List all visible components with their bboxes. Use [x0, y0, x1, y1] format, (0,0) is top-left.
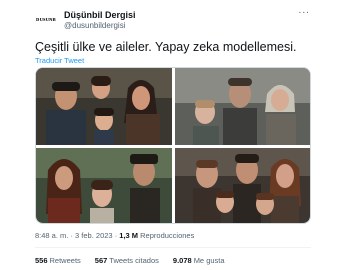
author-handle[interactable]: @dusunbildergisi	[64, 21, 126, 30]
meta-separator: ·	[70, 231, 73, 240]
tweet-media-grid	[35, 67, 311, 224]
stat-label: Retweets	[49, 256, 81, 265]
stat-label: Tweets citados	[109, 256, 159, 265]
family-portrait-2-image	[175, 68, 310, 145]
avatar-logo-text: ᴅᴜsᴜɴʙ	[36, 17, 56, 23]
media-image-3[interactable]	[36, 148, 172, 223]
media-image-1[interactable]	[36, 68, 172, 145]
translate-tweet-link[interactable]: Traducir Tweet	[35, 56, 84, 65]
stat-label: Me gusta	[193, 256, 225, 265]
meta-separator: ·	[114, 231, 118, 240]
views-label: Reproducciones	[140, 231, 195, 240]
divider	[35, 247, 311, 248]
views-count: 1,3 M	[119, 231, 139, 240]
tweet-date[interactable]: 3 feb. 2023	[75, 231, 113, 240]
stat-retweets[interactable]: 556 Retweets	[35, 256, 81, 265]
tweet-time[interactable]: 8:48 a. m.	[35, 231, 68, 240]
media-image-2[interactable]	[175, 68, 310, 145]
family-portrait-3-image	[36, 148, 172, 223]
tweet-meta: 8:48 a. m. · 3 feb. 2023 · 1,3 M Reprodu…	[35, 231, 194, 240]
stat-likes[interactable]: 9.078 Me gusta	[173, 256, 225, 265]
more-options-icon[interactable]: ···	[297, 8, 311, 20]
stat-count: 556	[35, 256, 48, 265]
tweet-stats: 556 Retweets 567 Tweets citados 9.078 Me gu…	[35, 256, 225, 265]
family-portrait-1-image	[36, 68, 172, 145]
stat-quote-tweets[interactable]: 567 Tweets citados	[95, 256, 159, 265]
stat-count: 567	[94, 256, 108, 265]
avatar[interactable]: ᴅᴜsᴜɴʙ	[34, 8, 58, 32]
author-name[interactable]: Düşünbil Dergisi	[64, 10, 136, 20]
media-image-4[interactable]	[175, 148, 310, 223]
family-portrait-4-image	[175, 148, 310, 223]
stat-count: 9.078	[172, 256, 192, 265]
tweet-text: Çeşitli ülke ve aileler. Yapay zeka mode…	[35, 40, 297, 54]
